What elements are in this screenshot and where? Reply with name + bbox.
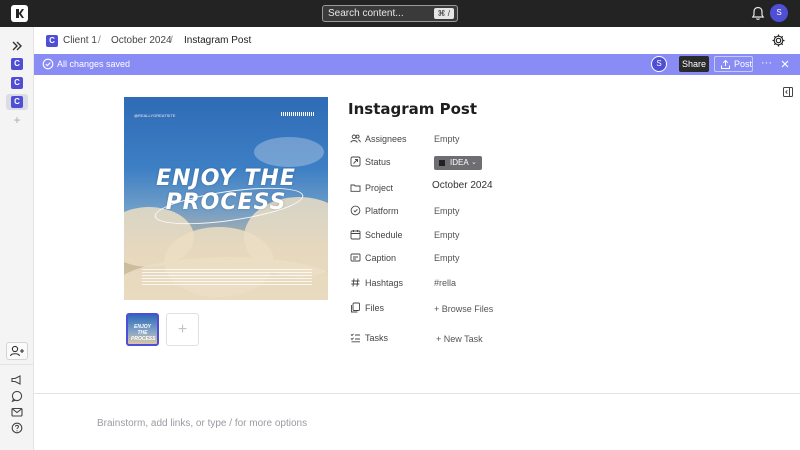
- cover-handle-text: @REALLYGREATSITE: [134, 113, 176, 118]
- property-label: Caption: [365, 253, 397, 263]
- calendar-icon: [350, 229, 361, 240]
- collapse-panel-icon[interactable]: [782, 86, 794, 98]
- thumbnail-text: ENJOY THE PROCESS: [131, 324, 156, 342]
- property-label: Tasks: [365, 333, 389, 343]
- sidebar-client-item-selected[interactable]: C: [11, 96, 23, 108]
- left-sidebar: C C C +: [0, 27, 34, 450]
- breadcrumb: C Client 1 / October 2024 / Instagram Po…: [34, 27, 800, 54]
- cloud-shape: [254, 137, 324, 167]
- sidebar-client-item[interactable]: C: [11, 58, 23, 70]
- property-label: Assignees: [365, 134, 407, 144]
- platform-icon: [350, 205, 361, 216]
- share-button[interactable]: Share: [679, 56, 709, 72]
- megaphone-icon[interactable]: [10, 373, 24, 387]
- property-label: Project: [365, 183, 394, 193]
- add-image-button[interactable]: +: [166, 313, 199, 346]
- upload-icon: [721, 59, 730, 69]
- status-value: IDEA: [450, 158, 469, 167]
- close-icon[interactable]: [779, 58, 791, 70]
- new-task-button[interactable]: + New Task: [436, 333, 483, 345]
- breadcrumb-item-client[interactable]: Client 1: [63, 35, 97, 47]
- folder-icon: [350, 182, 361, 193]
- status-icon: [350, 156, 361, 167]
- app-logo-icon[interactable]: [11, 5, 28, 22]
- cover-caption-lines: [142, 269, 312, 285]
- files-icon: [350, 302, 361, 313]
- breadcrumb-item-project[interactable]: October 2024: [111, 35, 172, 47]
- help-icon[interactable]: [10, 421, 24, 435]
- hash-icon: [350, 277, 361, 288]
- collaborator-avatar[interactable]: S: [651, 56, 667, 72]
- mail-icon[interactable]: [10, 405, 24, 419]
- user-avatar[interactable]: S: [770, 4, 788, 22]
- page-title[interactable]: Instagram Post: [348, 100, 477, 118]
- tasks-icon: [350, 332, 361, 343]
- property-label: Status: [365, 157, 391, 167]
- platform-value[interactable]: Empty: [434, 205, 460, 217]
- breadcrumb-client-badge: C: [46, 35, 58, 47]
- post-detail-panel: @REALLYGREATSITE ENJOY THE PROCESS ENJOY…: [34, 75, 800, 393]
- notification-bell-icon[interactable]: [751, 6, 765, 21]
- caption-value[interactable]: Empty: [434, 252, 460, 264]
- invite-user-button[interactable]: [6, 342, 28, 360]
- post-cover-image[interactable]: @REALLYGREATSITE ENJOY THE PROCESS: [124, 97, 328, 300]
- check-circle-icon: [42, 58, 54, 70]
- more-options-icon[interactable]: ···: [761, 58, 773, 70]
- cover-thumbnail[interactable]: ENJOY THE PROCESS: [126, 313, 159, 346]
- breadcrumb-separator: /: [98, 35, 101, 46]
- top-bar: Search content... ⌘ / S: [0, 0, 800, 27]
- property-label: Schedule: [365, 230, 403, 240]
- chat-icon[interactable]: [10, 389, 24, 403]
- sidebar-divider: [0, 364, 34, 365]
- search-shortcut-badge: ⌘ /: [433, 8, 454, 19]
- property-label: Files: [365, 303, 385, 313]
- hashtags-value[interactable]: #rella: [434, 277, 456, 289]
- breadcrumb-item-current: Instagram Post: [184, 35, 252, 46]
- status-color-swatch: [439, 160, 445, 166]
- chevron-down-icon: ⌄: [471, 159, 477, 166]
- users-icon: [350, 133, 361, 144]
- sidebar-client-item[interactable]: C: [11, 77, 23, 89]
- gear-icon[interactable]: [771, 33, 786, 48]
- schedule-value[interactable]: Empty: [434, 229, 460, 241]
- save-status-banner: All changes saved S Share Post ···: [34, 54, 800, 75]
- caption-icon: [350, 252, 361, 263]
- assignees-value[interactable]: Empty: [434, 133, 460, 145]
- search-input[interactable]: Search content... ⌘ /: [322, 5, 458, 22]
- sidebar-add-icon[interactable]: +: [11, 113, 23, 127]
- post-button-label: Post: [734, 59, 753, 69]
- editor-placeholder: Brainstorm, add links, or type / for mor…: [97, 418, 308, 429]
- property-label: Platform: [365, 206, 399, 216]
- status-dropdown[interactable]: IDEA ⌄: [434, 156, 482, 170]
- save-status-text: All changes saved: [57, 59, 131, 69]
- search-placeholder: Search content...: [328, 8, 404, 19]
- project-value[interactable]: October 2024: [432, 180, 493, 192]
- breadcrumb-separator: /: [170, 35, 173, 46]
- post-button[interactable]: Post: [714, 56, 753, 72]
- expand-sidebar-icon[interactable]: [10, 39, 24, 53]
- barcode-graphic: [281, 112, 314, 116]
- browse-files-button[interactable]: + Browse Files: [434, 303, 493, 315]
- property-label: Hashtags: [365, 278, 404, 288]
- cover-headline-line: ENJOY THE: [156, 166, 296, 191]
- notes-editor[interactable]: Brainstorm, add links, or type / for mor…: [34, 393, 800, 450]
